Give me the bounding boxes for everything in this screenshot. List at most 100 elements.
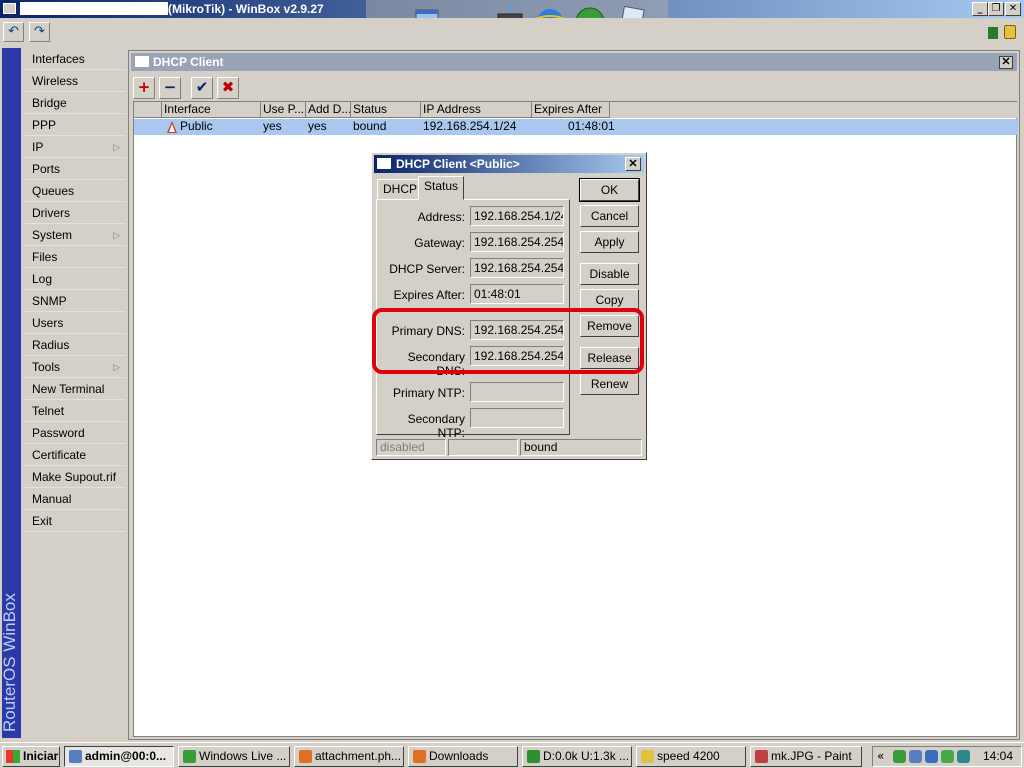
menu-item-label: Radius	[32, 338, 70, 352]
menu-item-log[interactable]: Log	[24, 268, 126, 290]
app-icon	[413, 750, 426, 763]
menu-item-drivers[interactable]: Drivers	[24, 202, 126, 224]
lock-icon	[1004, 25, 1016, 39]
taskbar-button-label: admin@00:0...	[85, 749, 167, 763]
taskbar-button[interactable]: mk.JPG - Paint	[750, 746, 862, 767]
menu-item-bridge[interactable]: Bridge	[24, 92, 126, 114]
cancel-button[interactable]: Cancel	[580, 205, 639, 227]
expires-after-label: Expires After:	[393, 288, 465, 302]
apply-button[interactable]: Apply	[580, 231, 639, 253]
network-tray-icon[interactable]	[909, 750, 922, 763]
taskbar-button[interactable]: attachment.ph...	[294, 746, 404, 767]
menu-item-tools[interactable]: Tools ▷	[24, 356, 126, 378]
column-header-add-default[interactable]: Add D...	[306, 102, 351, 118]
column-header-interface[interactable]: Interface	[162, 102, 261, 118]
menu-item-label: System	[32, 228, 73, 242]
submenu-arrow-icon: ▷	[113, 142, 120, 152]
redo-icon[interactable]: ↷	[29, 22, 50, 42]
taskbar: Iniciar admin@00:0... Windows Live ... att…	[0, 742, 1024, 768]
menu-item-label: IP	[32, 140, 44, 154]
taskbar-button[interactable]: Windows Live ...	[178, 746, 290, 767]
menu-item-label: SNMP	[32, 294, 67, 308]
gateway-field[interactable]: 192.168.254.254	[470, 232, 564, 252]
dhcp-server-field[interactable]: 192.168.254.254	[470, 258, 564, 278]
menu-item-ip[interactable]: IP ▷	[24, 136, 126, 158]
dhcp-window-close-button[interactable]: ✕	[999, 56, 1013, 69]
taskbar-button-label: D:0.0k U:1.3k ...	[543, 749, 630, 763]
menu-item-telnet[interactable]: Telnet	[24, 400, 126, 422]
messenger-tray-icon[interactable]	[941, 750, 954, 763]
row-interface: Public	[180, 119, 213, 133]
menu-item-files[interactable]: Files	[24, 246, 126, 268]
enable-button[interactable]: ✔	[191, 77, 213, 99]
submenu-arrow-icon: ▷	[113, 362, 120, 372]
menu-item-label: Manual	[32, 492, 72, 506]
menu-item-ppp[interactable]: PPP	[24, 114, 126, 136]
table-row[interactable]: Public yes yes bound 192.168.254.1/24 01…	[134, 119, 1018, 135]
app-title: (MikroTik) - WinBox v2.9.27	[168, 2, 324, 16]
renew-button[interactable]: Renew	[580, 373, 639, 395]
tab-status[interactable]: Status	[418, 176, 465, 200]
menu-item-manual[interactable]: Manual	[24, 488, 126, 510]
menu-item-label: Bridge	[32, 96, 67, 110]
tray-expand-icon[interactable]: «	[877, 749, 884, 763]
window-icon	[135, 56, 149, 67]
menu-item-certificate[interactable]: Certificate	[24, 444, 126, 466]
menu-item-snmp[interactable]: SNMP	[24, 290, 126, 312]
disable-button[interactable]: ✖	[217, 77, 239, 99]
menu-item-radius[interactable]: Radius	[24, 334, 126, 356]
menu-item-label: Ports	[32, 162, 61, 176]
remove-button[interactable]: −	[159, 77, 181, 99]
menu-item-wireless[interactable]: Wireless	[24, 70, 126, 92]
main-toolbar: ↶ ↷	[0, 18, 1024, 46]
start-button[interactable]: Iniciar	[2, 746, 60, 767]
taskbar-button-label: attachment.ph...	[315, 749, 402, 763]
add-button[interactable]: +	[133, 77, 155, 99]
dialog-close-button[interactable]: ✕	[625, 157, 641, 171]
menu-item-ports[interactable]: Ports	[24, 158, 126, 180]
column-header-status[interactable]: Status	[351, 102, 421, 118]
row-ip-address: 192.168.254.1/24	[423, 119, 517, 133]
secondary-ntp-field[interactable]	[470, 408, 564, 428]
app-icon	[299, 750, 312, 763]
menu-item-exit[interactable]: Exit	[24, 510, 126, 532]
menu-item-users[interactable]: Users	[24, 312, 126, 334]
taskbar-button[interactable]: Downloads	[408, 746, 518, 767]
disable-button[interactable]: Disable	[580, 263, 639, 285]
tab-dhcp[interactable]: DHCP	[377, 179, 424, 199]
ok-button[interactable]: OK	[579, 178, 640, 202]
restore-button[interactable]: ❐	[988, 2, 1004, 16]
address-field[interactable]: 192.168.254.1/24	[470, 206, 564, 226]
primary-ntp-field[interactable]	[470, 382, 564, 402]
menu-item-new-terminal[interactable]: New Terminal	[24, 378, 126, 400]
monitor-tray-icon[interactable]	[925, 750, 938, 763]
undo-icon[interactable]: ↶	[3, 22, 24, 42]
taskbar-button[interactable]: D:0.0k U:1.3k ...	[522, 746, 632, 767]
column-header-expires-after[interactable]: Expires After	[532, 102, 610, 118]
expires-after-field[interactable]: 01:48:01	[470, 284, 564, 304]
menu-item-label: Password	[32, 426, 85, 440]
system-menu-icon[interactable]	[3, 3, 16, 14]
row-status: bound	[353, 119, 387, 133]
menu-item-interfaces[interactable]: Interfaces	[24, 48, 126, 70]
taskbar-button[interactable]: speed 4200	[636, 746, 746, 767]
utorrent-tray-icon[interactable]	[893, 750, 906, 763]
column-header-ip-address[interactable]: IP Address	[421, 102, 532, 118]
taskbar-button-label: mk.JPG - Paint	[771, 749, 852, 763]
menu-item-make-supout-rif[interactable]: Make Supout.rif	[24, 466, 126, 488]
brand-bar: RouterOS WinBox	[0, 48, 21, 738]
minimize-button[interactable]: _	[972, 2, 988, 16]
app-icon	[641, 750, 654, 763]
close-button[interactable]: ✕	[1005, 2, 1021, 16]
column-header-flags[interactable]	[134, 102, 162, 118]
security-tray-icon[interactable]	[957, 750, 970, 763]
taskbar-button-label: Windows Live ...	[199, 749, 287, 763]
menu-item-password[interactable]: Password	[24, 422, 126, 444]
menu-item-label: New Terminal	[32, 382, 105, 396]
menu-item-queues[interactable]: Queues	[24, 180, 126, 202]
menu-item-label: Drivers	[32, 206, 70, 220]
taskbar-button[interactable]: admin@00:0...	[64, 746, 174, 767]
menu-item-system[interactable]: System ▷	[24, 224, 126, 246]
column-header-use-peer[interactable]: Use P...	[261, 102, 306, 118]
menu-item-label: Telnet	[32, 404, 65, 418]
